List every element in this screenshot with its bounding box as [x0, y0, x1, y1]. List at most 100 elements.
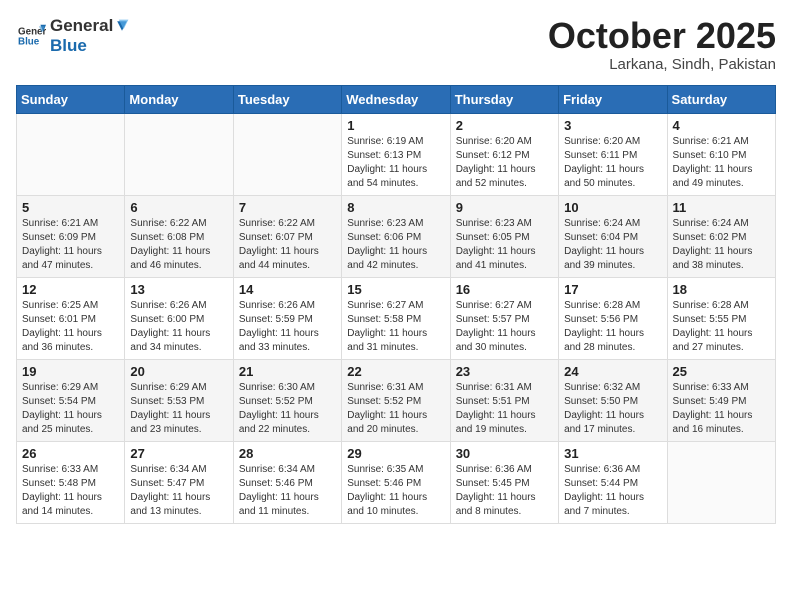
day-info: Sunrise: 6:33 AM Sunset: 5:49 PM Dayligh… [673, 381, 770, 437]
calendar-cell: 17 Sunrise: 6:28 AM Sunset: 5:56 PM Dayli… [559, 277, 667, 359]
day-info: Sunrise: 6:22 AM Sunset: 6:07 PM Dayligh… [239, 217, 336, 273]
day-number: 17 [564, 282, 661, 297]
calendar-table: SundayMondayTuesdayWednesdayThursdayFrid… [16, 85, 776, 524]
day-number: 21 [239, 364, 336, 379]
day-info: Sunrise: 6:29 AM Sunset: 5:54 PM Dayligh… [22, 381, 119, 437]
calendar-cell [17, 113, 125, 195]
day-number: 31 [564, 446, 661, 461]
day-info: Sunrise: 6:31 AM Sunset: 5:52 PM Dayligh… [347, 381, 444, 437]
logo: General Blue General Blue [16, 16, 131, 56]
calendar-cell: 14Sunrise: 6:26 AM Sunset: 5:59 PM Dayli… [233, 277, 341, 359]
day-info: Sunrise: 6:20 AM Sunset: 6:11 PM Dayligh… [564, 135, 661, 191]
calendar-cell: 12 Sunrise: 6:25 AM Sunset: 6:01 PM Dayli… [17, 277, 125, 359]
calendar-cell: 25 Sunrise: 6:33 AM Sunset: 5:49 PM Dayli… [667, 359, 775, 441]
day-number: 6 [130, 200, 227, 215]
calendar-cell: 27 Sunrise: 6:34 AM Sunset: 5:47 PM Dayli… [125, 441, 233, 523]
day-info: Sunrise: 6:27 AM Sunset: 5:57 PM Dayligh… [456, 299, 553, 355]
day-number: 2 [456, 118, 553, 133]
day-number: 23 [456, 364, 553, 379]
day-number: 3 [564, 118, 661, 133]
day-info: Sunrise: 6:23 AM Sunset: 6:06 PM Dayligh… [347, 217, 444, 273]
weekday-header-saturday: Saturday [667, 85, 775, 113]
calendar-cell: 18 Sunrise: 6:28 AM Sunset: 5:55 PM Dayli… [667, 277, 775, 359]
day-number: 1 [347, 118, 444, 133]
logo-blue-text: Blue [50, 36, 87, 55]
weekday-header-tuesday: Tuesday [233, 85, 341, 113]
day-info: Sunrise: 6:23 AM Sunset: 6:05 PM Dayligh… [456, 217, 553, 273]
calendar-cell: 1 Sunrise: 6:19 AM Sunset: 6:13 PM Daylig… [342, 113, 450, 195]
day-number: 4 [673, 118, 770, 133]
day-info: Sunrise: 6:27 AM Sunset: 5:58 PM Dayligh… [347, 299, 444, 355]
day-info: Sunrise: 6:28 AM Sunset: 5:56 PM Dayligh… [564, 299, 661, 355]
calendar-cell: 8 Sunrise: 6:23 AM Sunset: 6:06 PM Daylig… [342, 195, 450, 277]
title-section: October 2025 Larkana, Sindh, Pakistan [548, 16, 776, 73]
day-number: 16 [456, 282, 553, 297]
day-number: 28 [239, 446, 336, 461]
day-number: 24 [564, 364, 661, 379]
logo-icon: General Blue [18, 22, 46, 50]
calendar-cell: 23Sunrise: 6:31 AM Sunset: 5:51 PM Dayli… [450, 359, 558, 441]
calendar-cell: 7Sunrise: 6:22 AM Sunset: 6:07 PM Daylig… [233, 195, 341, 277]
day-number: 19 [22, 364, 119, 379]
day-number: 11 [673, 200, 770, 215]
day-info: Sunrise: 6:25 AM Sunset: 6:01 PM Dayligh… [22, 299, 119, 355]
day-number: 18 [673, 282, 770, 297]
day-number: 10 [564, 200, 661, 215]
day-number: 27 [130, 446, 227, 461]
day-info: Sunrise: 6:33 AM Sunset: 5:48 PM Dayligh… [22, 463, 119, 519]
calendar-cell: 3 Sunrise: 6:20 AM Sunset: 6:11 PM Daylig… [559, 113, 667, 195]
calendar-cell: 6Sunrise: 6:22 AM Sunset: 6:08 PM Daylig… [125, 195, 233, 277]
calendar-cell [233, 113, 341, 195]
day-info: Sunrise: 6:21 AM Sunset: 6:09 PM Dayligh… [22, 217, 119, 273]
calendar-week-row: 26Sunrise: 6:33 AM Sunset: 5:48 PM Dayli… [17, 441, 776, 523]
calendar-cell [125, 113, 233, 195]
day-number: 29 [347, 446, 444, 461]
svg-text:Blue: Blue [18, 36, 40, 47]
calendar-cell: 26Sunrise: 6:33 AM Sunset: 5:48 PM Dayli… [17, 441, 125, 523]
calendar-cell: 5 Sunrise: 6:21 AM Sunset: 6:09 PM Daylig… [17, 195, 125, 277]
day-number: 9 [456, 200, 553, 215]
calendar-cell: 2 Sunrise: 6:20 AM Sunset: 6:12 PM Daylig… [450, 113, 558, 195]
day-info: Sunrise: 6:19 AM Sunset: 6:13 PM Dayligh… [347, 135, 444, 191]
day-number: 5 [22, 200, 119, 215]
day-number: 12 [22, 282, 119, 297]
month-title: October 2025 [548, 16, 776, 56]
day-number: 15 [347, 282, 444, 297]
logo-general-text: General [50, 16, 113, 36]
calendar-cell: 19 Sunrise: 6:29 AM Sunset: 5:54 PM Dayli… [17, 359, 125, 441]
calendar-cell: 10 Sunrise: 6:24 AM Sunset: 6:04 PM Dayli… [559, 195, 667, 277]
day-info: Sunrise: 6:34 AM Sunset: 5:47 PM Dayligh… [130, 463, 227, 519]
day-info: Sunrise: 6:24 AM Sunset: 6:04 PM Dayligh… [564, 217, 661, 273]
day-info: Sunrise: 6:29 AM Sunset: 5:53 PM Dayligh… [130, 381, 227, 437]
calendar-cell: 20 Sunrise: 6:29 AM Sunset: 5:53 PM Dayli… [125, 359, 233, 441]
day-info: Sunrise: 6:32 AM Sunset: 5:50 PM Dayligh… [564, 381, 661, 437]
calendar-week-row: 12 Sunrise: 6:25 AM Sunset: 6:01 PM Dayli… [17, 277, 776, 359]
calendar-week-row: 1 Sunrise: 6:19 AM Sunset: 6:13 PM Daylig… [17, 113, 776, 195]
calendar-cell [667, 441, 775, 523]
location-title: Larkana, Sindh, Pakistan [548, 56, 776, 73]
day-info: Sunrise: 6:28 AM Sunset: 5:55 PM Dayligh… [673, 299, 770, 355]
calendar-week-row: 5 Sunrise: 6:21 AM Sunset: 6:09 PM Daylig… [17, 195, 776, 277]
weekday-header-monday: Monday [125, 85, 233, 113]
day-number: 8 [347, 200, 444, 215]
weekday-header-wednesday: Wednesday [342, 85, 450, 113]
calendar-cell: 24 Sunrise: 6:32 AM Sunset: 5:50 PM Dayli… [559, 359, 667, 441]
day-info: Sunrise: 6:20 AM Sunset: 6:12 PM Dayligh… [456, 135, 553, 191]
calendar-cell: 29Sunrise: 6:35 AM Sunset: 5:46 PM Dayli… [342, 441, 450, 523]
calendar-cell: 31Sunrise: 6:36 AM Sunset: 5:44 PM Dayli… [559, 441, 667, 523]
day-info: Sunrise: 6:30 AM Sunset: 5:52 PM Dayligh… [239, 381, 336, 437]
day-info: Sunrise: 6:34 AM Sunset: 5:46 PM Dayligh… [239, 463, 336, 519]
calendar-cell: 16 Sunrise: 6:27 AM Sunset: 5:57 PM Dayli… [450, 277, 558, 359]
day-number: 14 [239, 282, 336, 297]
day-info: Sunrise: 6:24 AM Sunset: 6:02 PM Dayligh… [673, 217, 770, 273]
day-number: 20 [130, 364, 227, 379]
day-info: Sunrise: 6:21 AM Sunset: 6:10 PM Dayligh… [673, 135, 770, 191]
day-info: Sunrise: 6:36 AM Sunset: 5:45 PM Dayligh… [456, 463, 553, 519]
calendar-cell: 9 Sunrise: 6:23 AM Sunset: 6:05 PM Daylig… [450, 195, 558, 277]
weekday-header-thursday: Thursday [450, 85, 558, 113]
day-number: 22 [347, 364, 444, 379]
logo-arrow-icon [114, 18, 130, 34]
calendar-cell: 22 Sunrise: 6:31 AM Sunset: 5:52 PM Dayli… [342, 359, 450, 441]
calendar-week-row: 19 Sunrise: 6:29 AM Sunset: 5:54 PM Dayli… [17, 359, 776, 441]
day-number: 25 [673, 364, 770, 379]
